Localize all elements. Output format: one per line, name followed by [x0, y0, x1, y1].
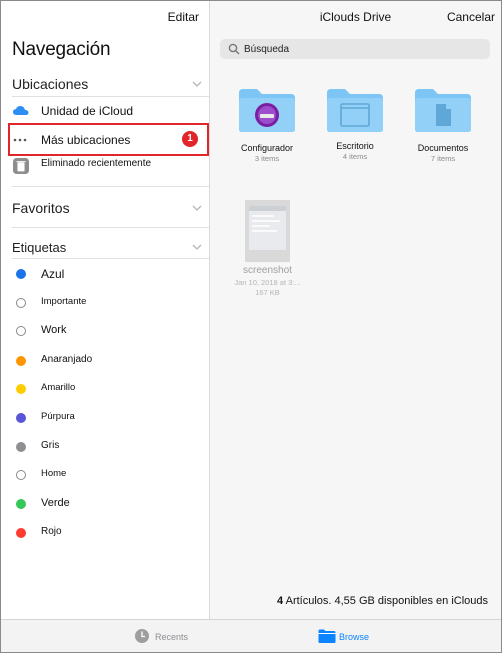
- edit-button[interactable]: Editar: [168, 10, 199, 24]
- icloud-icon: [13, 106, 29, 115]
- tag-label: Azul: [41, 267, 65, 281]
- folder-escritorio[interactable]: Escritorio 4 items: [315, 87, 395, 167]
- divider: [12, 186, 210, 187]
- tag-label: Rojo: [41, 526, 62, 537]
- tags-section-header[interactable]: Etiquetas: [12, 239, 202, 259]
- tag-color-dot: [16, 384, 26, 394]
- favorites-header-label: Favoritos: [12, 200, 70, 216]
- sidebar-item-icloud-drive[interactable]: Unidad de iCloud: [12, 101, 208, 123]
- tag-color-dot: [16, 499, 26, 509]
- divider: [12, 227, 210, 228]
- folder-icon: [415, 89, 471, 132]
- tab-bar: Recents Browse: [1, 619, 501, 652]
- divider: [12, 96, 210, 97]
- tag-label: Importante: [41, 296, 87, 307]
- tag-item-rojo[interactable]: Rojo: [15, 525, 205, 543]
- tag-item-work[interactable]: Work: [15, 323, 205, 341]
- tag-label: Work: [41, 324, 67, 336]
- tag-color-dot: [16, 442, 26, 452]
- sidebar-title: Navegación: [12, 39, 111, 60]
- tag-color-dot: [16, 528, 26, 538]
- clock-icon: [135, 629, 149, 643]
- tag-label: Púrpura: [41, 411, 75, 422]
- folder-item-count: 4 items: [342, 152, 368, 161]
- storage-status-text: Artículos. 4,55 GB disponibles en iCloud…: [285, 595, 488, 607]
- tag-item-importante[interactable]: Importante: [15, 295, 205, 313]
- tag-item-gris[interactable]: Gris: [15, 439, 205, 457]
- folder-documentos[interactable]: Documentos 7 items: [403, 87, 483, 167]
- file-thumbnail: [245, 200, 290, 262]
- folder-item-count: 7 items: [430, 154, 456, 163]
- tab-label: Browse: [339, 632, 370, 642]
- folder-icon: [327, 89, 383, 132]
- tag-item-verde[interactable]: Verde: [15, 496, 205, 514]
- file-size: 167 KB: [255, 288, 280, 297]
- tab-recents[interactable]: Recents: [134, 627, 204, 647]
- tab-label: Recents: [155, 632, 189, 642]
- storage-status: 4 Artículos. 4,55 GB disponibles en iClo…: [277, 595, 488, 607]
- favorites-section-header[interactable]: Favoritos: [12, 200, 202, 220]
- tag-item-home[interactable]: Home: [15, 467, 205, 485]
- trash-icon: [13, 158, 29, 174]
- chevron-down-icon[interactable]: [192, 79, 202, 89]
- tag-color-dot: [16, 470, 26, 480]
- tag-item-azul[interactable]: Azul: [15, 266, 205, 284]
- folder-name: Escritorio: [336, 141, 374, 151]
- tag-color-dot: [16, 326, 26, 336]
- folder-name: Documentos: [417, 143, 469, 153]
- tag-color-dot: [16, 356, 26, 366]
- search-bar[interactable]: [220, 39, 490, 59]
- chevron-down-icon[interactable]: [192, 242, 202, 252]
- step-badge: 1: [182, 131, 198, 147]
- file-screenshot: screenshot Jan 10, 2018 at 3:... 167 KB: [230, 198, 310, 298]
- tag-label: Anaranjado: [41, 354, 93, 365]
- folder-item-count: 3 items: [254, 154, 280, 163]
- main-pane: iClouds Drive Cancelar Configurador 3 it…: [210, 1, 501, 619]
- tag-color-dot: [16, 298, 26, 308]
- item-count: 4: [277, 595, 284, 607]
- tab-browse[interactable]: Browse: [318, 627, 388, 647]
- highlight-box: [8, 123, 209, 156]
- folder-name: Configurador: [240, 143, 294, 153]
- tags-header-label: Etiquetas: [12, 240, 67, 255]
- locations-header-label: Ubicaciones: [12, 76, 89, 92]
- tag-color-dot: [16, 269, 26, 279]
- folder-configurador[interactable]: Configurador 3 items: [227, 87, 307, 167]
- chevron-down-icon[interactable]: [192, 203, 202, 213]
- tag-item-purpura[interactable]: Púrpura: [15, 410, 205, 428]
- folder-icon: [318, 629, 336, 643]
- configurator-app-icon: [255, 103, 279, 127]
- sidebar-item-label: Unidad de iCloud: [41, 104, 134, 118]
- file-date: Jan 10, 2018 at 3:...: [234, 278, 301, 287]
- tag-item-anaranjado[interactable]: Anaranjado: [15, 353, 205, 371]
- sidebar: Editar Navegación Ubicaciones Unidad de …: [1, 1, 210, 619]
- tag-item-amarillo[interactable]: Amarillo: [15, 381, 205, 399]
- tag-label: Verde: [41, 497, 70, 509]
- cancel-button[interactable]: Cancelar: [447, 10, 495, 24]
- search-input[interactable]: [244, 41, 484, 57]
- tag-color-dot: [16, 413, 26, 423]
- tag-label: Amarillo: [41, 382, 76, 393]
- document-icon: [436, 104, 451, 126]
- tag-label: Gris: [41, 440, 60, 451]
- divider: [12, 258, 210, 259]
- sidebar-item-recently-deleted[interactable]: Eliminado recientemente: [12, 158, 208, 180]
- tag-label: Home: [41, 468, 67, 479]
- sidebar-item-label: Eliminado recientemente: [41, 158, 152, 169]
- locations-section-header[interactable]: Ubicaciones: [12, 76, 202, 96]
- search-icon: [228, 43, 240, 55]
- folder-icon: [239, 89, 295, 132]
- file-name: screenshot: [243, 265, 292, 276]
